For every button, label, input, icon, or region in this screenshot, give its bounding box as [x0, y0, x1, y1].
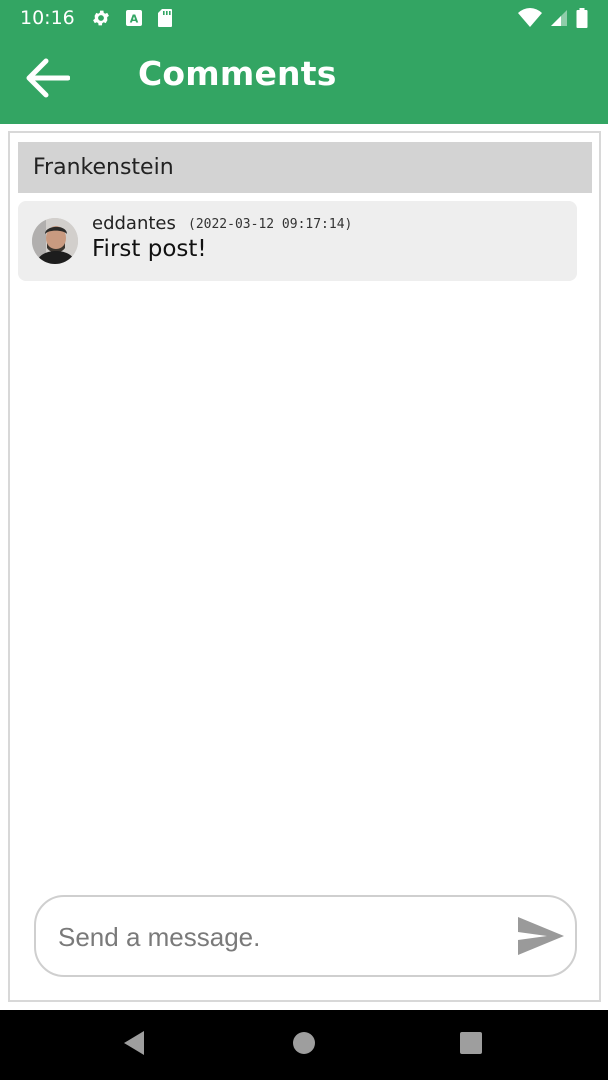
send-button[interactable]: [516, 917, 566, 959]
gear-icon: [91, 8, 111, 28]
send-icon: [517, 916, 565, 960]
comments-screen: 10:16 A Comments Frankenstein eddantes (…: [0, 0, 608, 1080]
svg-text:A: A: [130, 13, 139, 26]
status-time: 10:16: [20, 7, 75, 29]
sd-card-icon: [157, 8, 173, 28]
back-triangle-icon: [122, 1030, 146, 1060]
message-composer: [34, 895, 577, 977]
nav-back-button[interactable]: [119, 1030, 149, 1060]
comment-timestamp: (2022-03-12 09:17:14): [188, 217, 353, 232]
home-circle-icon: [292, 1031, 316, 1059]
app-bar: Comments: [0, 36, 608, 124]
battery-icon: [576, 8, 588, 28]
wifi-icon: [518, 8, 542, 28]
status-bar: 10:16 A: [0, 0, 608, 36]
font-a-icon: A: [125, 9, 143, 27]
nav-home-button[interactable]: [289, 1030, 319, 1060]
comments-panel: Frankenstein eddantes (2022-03-12 09:17:…: [8, 131, 601, 1002]
page-title: Comments: [138, 54, 337, 93]
status-right-icons: [518, 8, 588, 28]
comment-text: First post!: [92, 236, 207, 262]
arrow-left-icon: [24, 57, 71, 103]
system-nav-bar: [0, 1010, 608, 1080]
comment-username[interactable]: eddantes: [92, 213, 176, 234]
back-button[interactable]: [22, 56, 72, 104]
avatar[interactable]: [32, 218, 78, 264]
recents-square-icon: [459, 1031, 483, 1059]
nav-recents-button[interactable]: [456, 1030, 486, 1060]
cell-signal-icon: [550, 9, 568, 27]
comment-item: eddantes (2022-03-12 09:17:14) First pos…: [18, 201, 577, 281]
book-title-header: Frankenstein: [18, 142, 592, 193]
message-input[interactable]: [58, 915, 488, 959]
status-left-icons: A: [91, 8, 173, 28]
